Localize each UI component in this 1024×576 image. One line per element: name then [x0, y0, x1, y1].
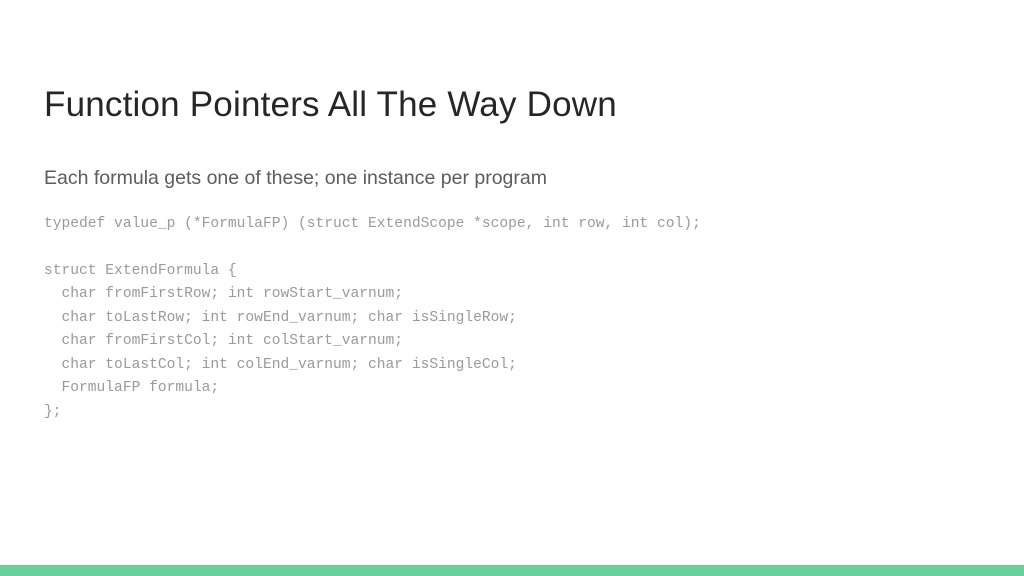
- code-line: };: [44, 403, 62, 420]
- slide-canvas: Function Pointers All The Way Down Each …: [0, 0, 1024, 576]
- slide-subtitle: Each formula gets one of these; one inst…: [44, 166, 547, 189]
- code-line: char toLastRow; int rowEnd_varnum; char …: [44, 309, 517, 326]
- accent-bar: [0, 565, 1024, 576]
- code-line: struct ExtendFormula {: [44, 262, 237, 279]
- code-line: char fromFirstCol; int colStart_varnum;: [44, 333, 404, 350]
- code-line: FormulaFP formula;: [44, 380, 220, 397]
- code-line: typedef value_p (*FormulaFP) (struct Ext…: [44, 215, 701, 232]
- page-title: Function Pointers All The Way Down: [44, 85, 617, 125]
- code-block: typedef value_p (*FormulaFP) (struct Ext…: [44, 213, 701, 425]
- code-line: char toLastCol; int colEnd_varnum; char …: [44, 356, 517, 373]
- code-line: char fromFirstRow; int rowStart_varnum;: [44, 286, 404, 303]
